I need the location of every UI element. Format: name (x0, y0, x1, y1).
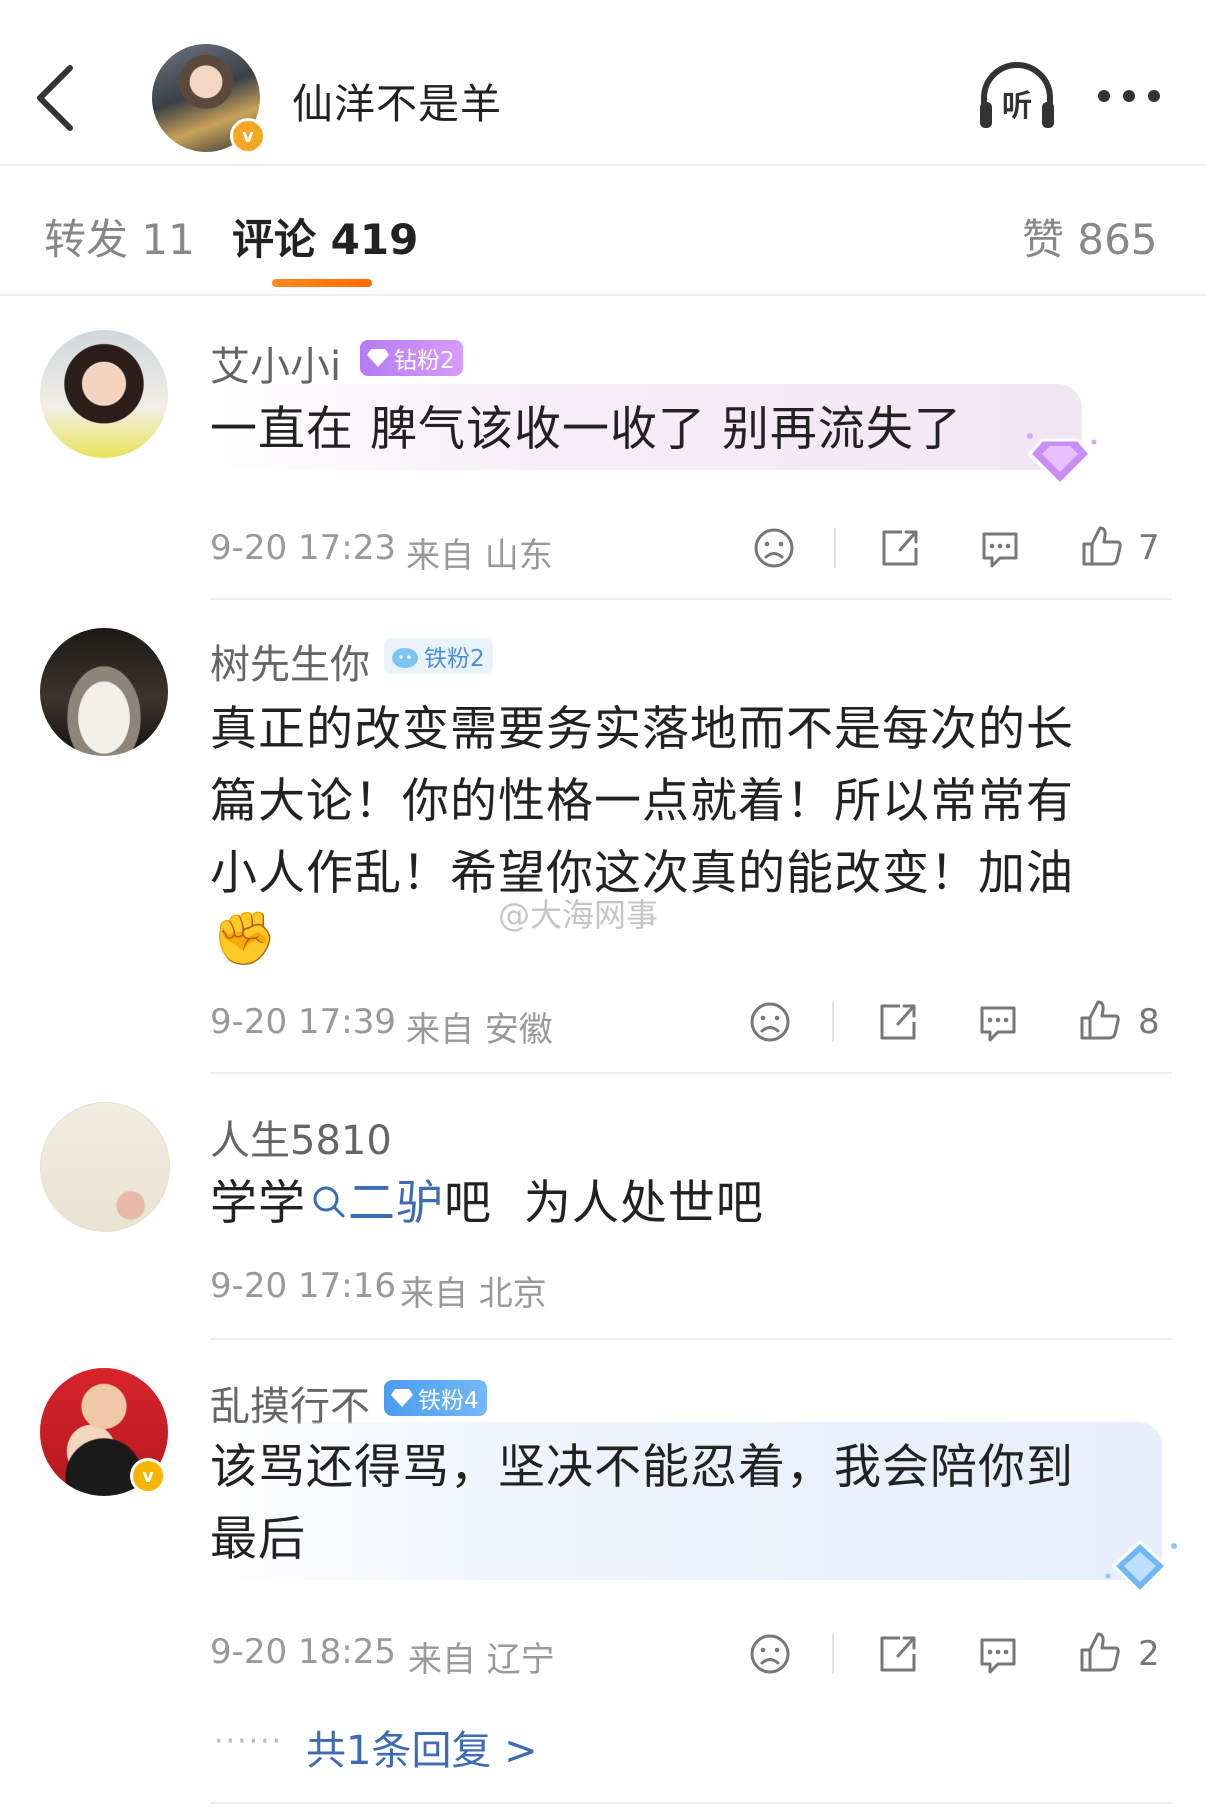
fan-badge-label: 铁粉4 (418, 1388, 479, 1414)
more-icon[interactable] (1094, 84, 1164, 108)
diamond-decoration-icon (1105, 1539, 1177, 1595)
reply-icon[interactable] (976, 1000, 1020, 1044)
reply-icon[interactable] (978, 526, 1022, 570)
author-name[interactable]: 仙洋不是羊 (292, 70, 502, 130)
like-count: 2 (1138, 1634, 1160, 1674)
active-tab-indicator (272, 279, 372, 287)
comment-text: 学学 二驴吧 为人处世吧 (210, 1168, 764, 1240)
avatar[interactable]: v (40, 1368, 168, 1496)
like-count: 7 (1138, 528, 1160, 568)
search-keyword-link[interactable]: 二驴 (348, 1176, 444, 1231)
diamond-icon (391, 1389, 413, 1407)
tab-comments[interactable]: 评论 419 (232, 206, 418, 267)
action-separator (832, 1002, 834, 1042)
comment-username[interactable]: 人生5810 (210, 1108, 392, 1166)
dislike-icon[interactable] (748, 1632, 792, 1676)
comment-time: 9-20 17:16 (210, 1266, 396, 1306)
comment-text-before: 学学 (210, 1176, 306, 1231)
comment-divider (210, 598, 1172, 600)
comment-text-line: 真正的改变需要务实落地而不是每次的长 (210, 702, 1074, 757)
comment-username[interactable]: 树先生你 (210, 632, 370, 690)
action-separator (834, 528, 836, 568)
comment-text-line: 最后 (210, 1512, 306, 1567)
tab-reposts[interactable]: 转发 11 (44, 206, 195, 267)
header-divider (0, 164, 1206, 166)
share-icon[interactable] (876, 1000, 920, 1044)
reply-icon[interactable] (976, 1632, 1020, 1676)
comment-time: 9-20 17:23 (210, 528, 396, 568)
dislike-icon[interactable] (752, 526, 796, 570)
comment-source: 来自 北京 (400, 1274, 547, 1314)
action-separator (832, 1634, 834, 1674)
avatar[interactable] (40, 330, 168, 458)
comment-source: 来自 辽宁 (408, 1640, 555, 1680)
dislike-icon[interactable] (748, 1000, 792, 1044)
fan-badge-label: 铁粉2 (424, 646, 485, 672)
tabs-divider (0, 294, 1206, 296)
like-icon[interactable] (1078, 998, 1122, 1042)
comment-divider (210, 1802, 1172, 1804)
verified-badge: v (230, 118, 266, 154)
avatar[interactable] (40, 628, 168, 756)
like-count: 8 (1138, 1002, 1160, 1042)
comment-divider (210, 1072, 1172, 1074)
share-icon[interactable] (876, 1632, 920, 1676)
comment-time: 9-20 18:25 (210, 1632, 396, 1672)
comment-text-line: 该骂还得骂，坚决不能忍着，我会陪你到 (210, 1440, 1074, 1495)
diamond-icon (367, 349, 389, 367)
comment-source: 来自 安徽 (406, 1010, 553, 1050)
reply-dots: ······ (214, 1724, 284, 1759)
fan-badge[interactable]: 铁粉4 (384, 1380, 487, 1416)
fan-badge[interactable]: 钻粉2 (360, 340, 463, 376)
view-replies-link[interactable]: 共1条回复 > (306, 1718, 538, 1776)
fan-badge[interactable]: 铁粉2 (384, 638, 493, 674)
tab-likes[interactable]: 赞 865 (1022, 206, 1158, 267)
like-icon[interactable] (1080, 524, 1124, 568)
diamond-decoration-icon (1027, 433, 1097, 487)
svg-text:听: 听 (1002, 89, 1032, 124)
cloud-icon (392, 648, 418, 668)
back-icon[interactable] (30, 60, 82, 136)
like-icon[interactable] (1078, 1630, 1122, 1674)
comment-text-line: 篇大论！你的性格一点就着！所以常常有 (210, 774, 1074, 829)
author-avatar[interactable]: v (152, 44, 266, 154)
comment-text: 一直在 脾气该收一收了 别再流失了 (210, 402, 962, 457)
avatar[interactable] (40, 1102, 170, 1232)
comment-divider (210, 1338, 1172, 1340)
watermark: @大海网事 (498, 896, 659, 934)
verified-badge: v (130, 1458, 166, 1494)
fist-emoji: ✊ (212, 909, 277, 969)
fan-badge-label: 钻粉2 (394, 348, 455, 374)
listen-icon[interactable]: 听 (976, 56, 1058, 132)
comment-time: 9-20 17:39 (210, 1002, 396, 1042)
share-icon[interactable] (878, 526, 922, 570)
comment-text-after: 吧 为人处世吧 (444, 1176, 764, 1231)
search-icon[interactable] (310, 1183, 348, 1221)
comment-source: 来自 山东 (406, 536, 553, 576)
